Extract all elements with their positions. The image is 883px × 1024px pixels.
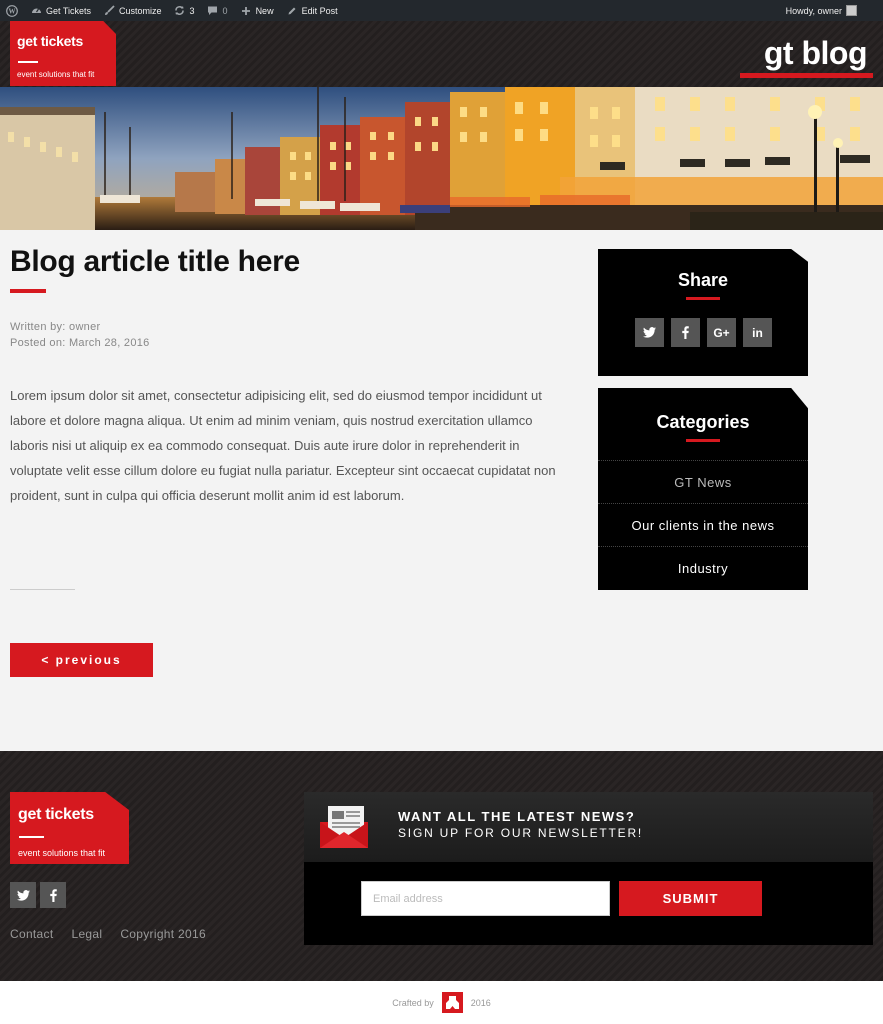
newsletter-subheading: SIGN UP FOR OUR NEWSLETTER! bbox=[398, 826, 644, 840]
facebook-icon[interactable] bbox=[40, 882, 66, 908]
admin-new-link[interactable]: New bbox=[234, 0, 280, 21]
footer-links: Contact Legal Copyright 2016 bbox=[10, 927, 206, 941]
admin-site-name: Get Tickets bbox=[46, 5, 92, 16]
categories-title-bar bbox=[686, 439, 720, 442]
footer-copyright: Copyright 2016 bbox=[120, 927, 206, 941]
admin-edit-post-link[interactable]: Edit Post bbox=[280, 0, 344, 21]
plus-icon bbox=[240, 5, 252, 17]
logo-text: get tickets bbox=[17, 33, 83, 49]
harbor-scene-illustration bbox=[0, 87, 883, 230]
newsletter-heading: WANT ALL THE LATEST NEWS? bbox=[398, 809, 636, 824]
category-industry[interactable]: Industry bbox=[598, 546, 808, 589]
article-date: Posted on: March 28, 2016 bbox=[10, 337, 150, 349]
crafted-year: 2016 bbox=[470, 997, 491, 1008]
article-author: Written by: owner bbox=[10, 321, 101, 333]
category-gt-news[interactable]: GT News bbox=[598, 460, 808, 503]
credit-bar: Crafted by 2016 bbox=[0, 981, 883, 1024]
content-divider bbox=[10, 589, 75, 590]
share-title-bar bbox=[686, 297, 720, 300]
admin-edit-post-label: Edit Post bbox=[301, 5, 338, 16]
share-widget: Share G+ in bbox=[598, 249, 808, 376]
category-clients-in-news[interactable]: Our clients in the news bbox=[598, 503, 808, 546]
footer-logo-divider bbox=[19, 836, 44, 838]
updates-icon bbox=[174, 5, 186, 17]
logo-tagline: event solutions that fit bbox=[17, 70, 95, 79]
footer-logo[interactable]: get tickets event solutions that fit bbox=[10, 792, 129, 864]
footer-logo-text: get tickets bbox=[18, 806, 94, 823]
article-meta: Written by: owner Posted on: March 28, 2… bbox=[10, 319, 150, 351]
admin-updates-link[interactable]: 3 bbox=[168, 0, 201, 21]
admin-account-menu[interactable]: Howdy, owner bbox=[786, 5, 883, 16]
comment-icon bbox=[207, 5, 219, 17]
admin-site-link[interactable]: Get Tickets bbox=[24, 0, 97, 21]
admin-updates-count: 3 bbox=[189, 5, 195, 16]
newsletter-header: WANT ALL THE LATEST NEWS? SIGN UP FOR OU… bbox=[304, 792, 873, 862]
admin-bar: W Get Tickets Customize 3 0 New Edit Pos… bbox=[0, 0, 883, 21]
twitter-icon[interactable] bbox=[10, 882, 36, 908]
howdy-label: Howdy, owner bbox=[785, 5, 842, 16]
svg-text:W: W bbox=[9, 7, 16, 15]
agency-logo-icon[interactable] bbox=[441, 992, 463, 1013]
admin-new-label: New bbox=[255, 5, 274, 16]
footer-link-contact[interactable]: Contact bbox=[10, 927, 53, 941]
admin-comments-count: 0 bbox=[222, 5, 228, 16]
site-logo[interactable]: get tickets event solutions that fit bbox=[10, 21, 116, 86]
blog-title[interactable]: gt blog bbox=[764, 35, 868, 72]
admin-customize-label: Customize bbox=[119, 5, 162, 16]
hero-image bbox=[0, 87, 883, 230]
google-plus-icon[interactable]: G+ bbox=[707, 318, 736, 347]
newsletter-box: WANT ALL THE LATEST NEWS? SIGN UP FOR OU… bbox=[304, 792, 873, 945]
admin-comments-link[interactable]: 0 bbox=[201, 0, 234, 21]
twitter-icon[interactable] bbox=[635, 318, 664, 347]
article-body: Lorem ipsum dolor sit amet, consectetur … bbox=[10, 388, 556, 503]
footer-link-legal[interactable]: Legal bbox=[71, 927, 102, 941]
categories-widget: Categories GT News Our clients in the ne… bbox=[598, 388, 808, 590]
email-field[interactable] bbox=[361, 881, 610, 916]
submit-button[interactable]: SUBMIT bbox=[619, 881, 762, 916]
categories-list: GT News Our clients in the news Industry bbox=[598, 460, 808, 589]
footer-social bbox=[10, 882, 66, 908]
dashboard-icon bbox=[30, 5, 42, 17]
linkedin-icon[interactable]: in bbox=[743, 318, 772, 347]
avatar bbox=[846, 5, 857, 16]
crafted-by-label: Crafted by bbox=[392, 997, 434, 1008]
pencil-icon bbox=[286, 5, 298, 17]
brush-icon bbox=[103, 5, 115, 17]
categories-title: Categories bbox=[656, 412, 750, 432]
previous-post-button[interactable]: < previous bbox=[10, 643, 153, 677]
footer-logo-tagline: event solutions that fit bbox=[18, 848, 106, 858]
blog-title-underline bbox=[740, 73, 873, 78]
wordpress-logo-icon[interactable]: W bbox=[0, 0, 24, 21]
share-title: Share bbox=[677, 270, 729, 290]
admin-customize-link[interactable]: Customize bbox=[97, 0, 168, 21]
facebook-icon[interactable] bbox=[671, 318, 700, 347]
article-title: Blog article title here bbox=[10, 245, 300, 278]
title-accent-bar bbox=[10, 289, 46, 293]
logo-divider bbox=[18, 61, 38, 63]
envelope-icon bbox=[318, 806, 370, 848]
share-buttons: G+ in bbox=[635, 318, 772, 347]
site-footer: get tickets event solutions that fit Con… bbox=[0, 751, 883, 981]
